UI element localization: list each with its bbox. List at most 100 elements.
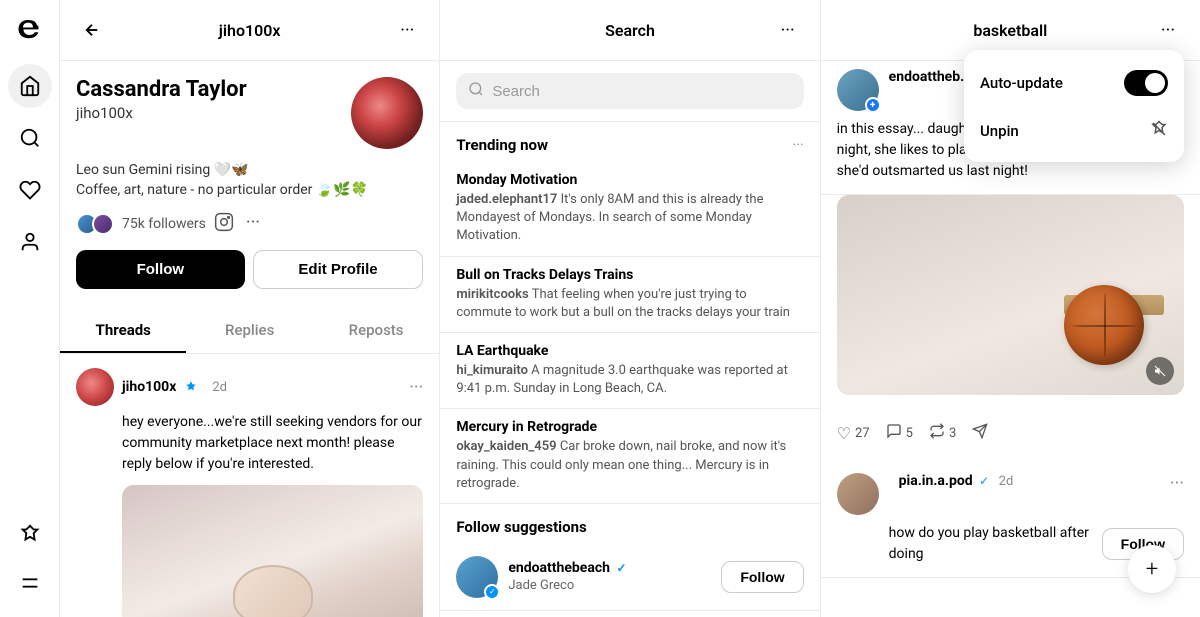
panels: jiho100x ··· Cassandra Taylor jiho100x L… [60, 0, 1200, 617]
trending-item-title-3: Mercury in Retrograde [456, 419, 803, 435]
post-image-decoration [233, 565, 313, 617]
search-panel: Search ··· Trending now ··· Monday Mo [440, 0, 820, 617]
sidebar-search-icon[interactable] [8, 116, 52, 160]
sidebar-heart-icon[interactable] [8, 168, 52, 212]
post-text: hey everyone...we're still seeking vendo… [122, 412, 423, 475]
like-action[interactable]: ♡ 27 [837, 424, 870, 443]
share-icon [972, 423, 988, 443]
post-header: jiho100x 2d ··· [76, 368, 423, 406]
search-panel-header: Search ··· [440, 0, 819, 61]
comment-action[interactable]: 5 [886, 423, 913, 443]
follow-suggestions: Follow suggestions ✓ endoatthebeach ✓ Ja… [440, 504, 819, 611]
trending-item-title-2: LA Earthquake [456, 343, 803, 359]
follower-avatars [76, 213, 114, 235]
trending-item-desc-1: mirikitcooks That feeling when you're ju… [456, 286, 803, 322]
follower-avatar-2 [92, 213, 114, 235]
follow-button[interactable]: Follow [76, 250, 245, 289]
profile-section: Cassandra Taylor jiho100x Leo sun Gemini… [60, 61, 439, 309]
follow-user-item: ✓ endoatthebeach ✓ Jade Greco Follow [440, 544, 819, 611]
tab-reposts[interactable]: Reposts [313, 309, 439, 353]
post2-dots[interactable]: ··· [1170, 473, 1184, 494]
profile-panel: jiho100x ··· Cassandra Taylor jiho100x L… [60, 0, 440, 617]
profile-bio: Leo sun Gemini rising 🤍🦋 Coffee, art, na… [76, 161, 423, 200]
auto-update-toggle[interactable] [1124, 70, 1168, 96]
more-options-icon[interactable]: ··· [246, 212, 260, 236]
profile-header-title: jiho100x [108, 21, 391, 40]
profile-name: Cassandra Taylor [76, 77, 247, 102]
add-follow-icon: + [865, 97, 881, 113]
post-actions: ♡ 27 5 [837, 415, 1184, 451]
compose-fab[interactable]: + [1128, 545, 1176, 593]
profile-avatar [351, 77, 423, 149]
trending-item-2[interactable]: LA Earthquake hi_kimuraito A magnitude 3… [440, 333, 819, 409]
trending-section: Trending now ··· Monday Motivation jaded… [440, 122, 819, 504]
basketball-header-title: basketball [869, 21, 1152, 40]
suggestion-follow-button[interactable]: Follow [721, 561, 803, 593]
trending-item-1[interactable]: Bull on Tracks Delays Trains mirikitcook… [440, 257, 819, 333]
bball-avatar-1: + [837, 69, 879, 111]
post-user: jiho100x 2d [76, 368, 227, 406]
verified-icon [184, 380, 198, 394]
sidebar-profile-icon[interactable] [8, 220, 52, 264]
instagram-icon[interactable] [214, 212, 234, 236]
basketball-header-dots[interactable]: ··· [1152, 14, 1184, 46]
trending-item-desc-2: hi_kimuraito A magnitude 3.0 earthquake … [456, 362, 803, 398]
repost-icon [929, 423, 945, 443]
tab-threads[interactable]: Threads [60, 309, 186, 353]
post2-time: 2d [999, 474, 1014, 489]
basketball-panel: basketball ··· Auto-update Unpin [821, 0, 1200, 617]
profile-info: Cassandra Taylor jiho100x [76, 77, 247, 132]
tab-replies[interactable]: Replies [186, 309, 312, 353]
trending-item-desc-3: okay_kaiden_459 Car broke down, nail bro… [456, 438, 803, 493]
toggle-knob [1145, 73, 1165, 93]
suggestions-header: Follow suggestions [440, 504, 819, 544]
profile-header-dots[interactable]: ··· [391, 14, 423, 46]
dropdown-menu: Auto-update Unpin [964, 50, 1184, 162]
unpin-label: Unpin [980, 122, 1019, 140]
trending-item-3[interactable]: Mercury in Retrograde okay_kaiden_459 Ca… [440, 409, 819, 504]
profile-avatar-image [351, 77, 423, 149]
bball-post-text-2: how do you play basketball after doing [889, 523, 1102, 565]
like-count: 27 [855, 426, 870, 441]
search-header-dots[interactable]: ··· [772, 14, 804, 46]
sidebar [0, 0, 60, 617]
verified-badge: ✓ [484, 584, 500, 600]
followers-count: 75k followers [122, 216, 206, 232]
profile-actions: Follow Edit Profile [76, 250, 423, 289]
search-header-title: Search [488, 21, 771, 40]
profile-tabs: Threads Replies Reposts [60, 309, 439, 354]
sidebar-menu-icon[interactable] [8, 561, 52, 605]
back-button[interactable] [76, 14, 108, 46]
trending-title: Trending now [456, 136, 548, 154]
suggestion-verified-icon: ✓ [616, 561, 626, 575]
search-input[interactable] [492, 83, 791, 100]
trending-item-desc-0: jaded.elephant17 It's only 8AM and this … [456, 191, 803, 246]
sidebar-pin-icon[interactable] [8, 513, 52, 557]
basketball-image-bg [837, 195, 1184, 395]
bball-username-1: endoattheb... [889, 69, 973, 85]
bball-post-user-2: pia.in.a.pod ✓ 2d [899, 473, 1160, 489]
trending-item-title-0: Monday Motivation [456, 172, 803, 188]
edit-profile-button[interactable]: Edit Profile [253, 250, 424, 289]
post-dots[interactable]: ··· [409, 377, 423, 398]
trending-dots[interactable]: ··· [793, 137, 804, 153]
sidebar-bottom [8, 513, 52, 605]
comment-icon [886, 423, 902, 443]
post-actions-container: ♡ 27 5 [821, 415, 1200, 461]
repost-action[interactable]: 3 [929, 423, 956, 443]
sidebar-home-icon[interactable] [8, 64, 52, 108]
app-logo [12, 12, 48, 48]
search-input-container [440, 61, 819, 122]
suggestions-title: Follow suggestions [456, 518, 586, 536]
post-time: 2d [212, 380, 227, 395]
share-action[interactable] [972, 423, 988, 443]
profile-social-icons: ··· [214, 212, 260, 236]
dropdown-auto-update[interactable]: Auto-update [964, 58, 1184, 108]
post-image [122, 485, 423, 617]
auto-update-label: Auto-update [980, 74, 1063, 92]
post2-verified-icon: ✓ [979, 474, 989, 488]
dropdown-unpin[interactable]: Unpin [964, 108, 1184, 154]
profile-top: Cassandra Taylor jiho100x [76, 77, 423, 149]
trending-item-0[interactable]: Monday Motivation jaded.elephant17 It's … [440, 162, 819, 257]
mute-icon[interactable] [1146, 357, 1174, 385]
